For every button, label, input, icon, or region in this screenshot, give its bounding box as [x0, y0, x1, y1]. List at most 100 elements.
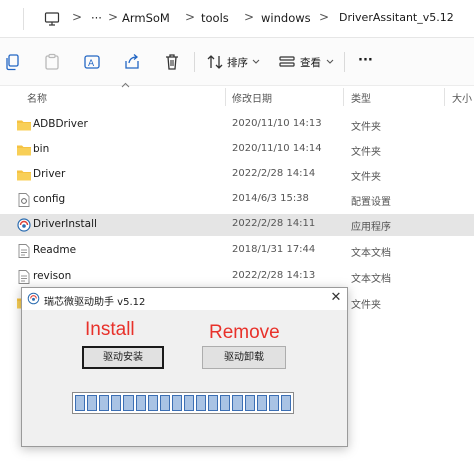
progress-segment	[256, 395, 267, 411]
chevron-right-icon: >	[319, 10, 330, 24]
view-label: 查看	[300, 57, 321, 69]
monitor-icon[interactable]	[44, 11, 60, 27]
file-date: 2022/2/28 14:11	[232, 218, 316, 229]
file-date: 2014/6/3 15:38	[232, 193, 309, 204]
file-name: ADBDriver	[33, 118, 88, 130]
dialog-title: 瑞芯微驱动助手 v5.12	[44, 297, 146, 308]
progress-bar	[72, 392, 294, 414]
progress-segment	[280, 395, 291, 411]
uninstall-driver-button[interactable]: 驱动卸载	[202, 346, 286, 369]
file-name: Driver	[33, 168, 66, 180]
column-header-modified[interactable]: 修改日期	[232, 90, 272, 105]
file-type: 文件夹	[351, 147, 381, 158]
list-item[interactable]: config 2014/6/3 15:38 配置设置	[0, 189, 474, 211]
svg-text:A: A	[88, 59, 95, 69]
app-icon	[17, 218, 31, 232]
progress-segment	[196, 395, 207, 411]
list-item[interactable]: Readme 2018/1/31 17:44 文本文档	[0, 240, 474, 262]
chevron-right-icon: >	[108, 10, 119, 24]
file-name: Readme	[33, 244, 77, 256]
progress-segment	[232, 395, 243, 411]
rename-icon[interactable]: A	[83, 53, 101, 71]
remove-annotation: Remove	[209, 322, 280, 343]
breadcrumb-item-armsom[interactable]: ArmSoM	[122, 11, 170, 25]
file-type: 文件夹	[351, 300, 381, 311]
file-date: 2022/2/28 14:14	[232, 168, 316, 179]
app-icon	[27, 292, 40, 305]
file-date: 2020/11/10 14:14	[232, 143, 322, 154]
progress-segment	[220, 395, 231, 411]
address-bar: > ··· > ArmSoM > tools > windows > Drive…	[0, 0, 474, 38]
sort-arrows-icon	[207, 55, 223, 69]
install-driver-button[interactable]: 驱动安装	[82, 346, 164, 369]
config-file-icon	[18, 193, 30, 207]
driver-assistant-dialog: 瑞芯微驱动助手 v5.12 ✕ Install Remove 驱动安装 驱动卸载	[21, 287, 348, 447]
text-file-icon	[18, 270, 30, 284]
delete-icon[interactable]	[163, 53, 181, 71]
command-bar: A 排序 查看 ···	[0, 38, 474, 86]
column-header-row: 名称 修改日期 类型 大小	[0, 86, 474, 108]
progress-segment	[171, 395, 182, 411]
list-item[interactable]: revison 2022/2/28 14:13 文本文档	[0, 266, 474, 288]
column-separator[interactable]	[225, 88, 226, 106]
column-header-type[interactable]: 类型	[351, 90, 371, 105]
dialog-title-bar[interactable]: 瑞芯微驱动助手 v5.12 ✕	[22, 288, 347, 310]
breadcrumb-item-windows[interactable]: windows	[261, 11, 311, 25]
copy-icon[interactable]	[4, 53, 22, 71]
file-date: 2020/11/10 14:13	[232, 118, 322, 129]
column-separator[interactable]	[343, 88, 344, 106]
breadcrumb-more[interactable]: ···	[91, 11, 102, 25]
file-name: bin	[33, 143, 50, 155]
file-type: 文件夹	[351, 172, 381, 183]
paste-icon[interactable]	[43, 53, 61, 71]
progress-segment	[111, 395, 122, 411]
view-lines-icon	[279, 56, 295, 67]
chevron-right-icon: >	[72, 10, 83, 24]
more-options-button[interactable]: ···	[358, 53, 373, 68]
share-icon[interactable]	[123, 53, 141, 71]
file-name: config	[33, 193, 66, 205]
text-file-icon	[18, 244, 30, 258]
progress-segment	[183, 395, 195, 411]
folder-icon	[17, 120, 31, 131]
progress-segment	[99, 395, 110, 411]
view-button[interactable]: 查看	[276, 48, 336, 76]
progress-segment	[159, 395, 170, 411]
sort-button[interactable]: 排序	[204, 48, 262, 76]
file-type: 文本文档	[351, 274, 391, 285]
file-date: 2022/2/28 14:13	[232, 270, 316, 281]
column-header-size[interactable]: 大小	[452, 90, 472, 105]
chevron-down-icon	[326, 59, 334, 64]
breadcrumb-item-driverassitant[interactable]: DriverAssitant_v5.12	[339, 11, 454, 24]
progress-segment	[244, 395, 255, 411]
progress-segment	[123, 395, 134, 411]
file-date: 2018/1/31 17:44	[232, 244, 316, 255]
column-header-name[interactable]: 名称	[27, 90, 47, 105]
file-name: DriverInstall	[33, 218, 97, 230]
file-type: 应用程序	[351, 222, 391, 233]
address-bar-left-edge	[0, 8, 24, 30]
install-annotation: Install	[85, 319, 135, 340]
progress-segment	[208, 395, 219, 411]
progress-segment	[75, 395, 86, 411]
column-separator[interactable]	[444, 88, 445, 106]
file-type: 文件夹	[351, 122, 381, 133]
progress-segment	[268, 395, 279, 411]
file-type: 文本文档	[351, 248, 391, 259]
progress-segment	[87, 395, 98, 411]
list-item-selected[interactable]: DriverInstall 2022/2/28 14:11 应用程序	[0, 214, 474, 236]
toolbar-divider	[344, 52, 345, 72]
chevron-right-icon: >	[244, 10, 255, 24]
list-item[interactable]: Driver 2022/2/28 14:14 文件夹	[0, 164, 474, 186]
toolbar-divider	[194, 52, 195, 72]
close-button[interactable]: ✕	[329, 291, 343, 305]
progress-segment	[135, 395, 146, 411]
breadcrumb-item-tools[interactable]: tools	[201, 11, 229, 25]
file-name: revison	[33, 270, 72, 282]
chevron-down-icon	[252, 59, 260, 64]
list-item[interactable]: ADBDriver 2020/11/10 14:13 文件夹	[0, 114, 474, 136]
file-type: 配置设置	[351, 197, 391, 208]
chevron-right-icon: >	[185, 10, 196, 24]
list-item[interactable]: bin 2020/11/10 14:14 文件夹	[0, 139, 474, 161]
folder-icon	[17, 145, 31, 156]
